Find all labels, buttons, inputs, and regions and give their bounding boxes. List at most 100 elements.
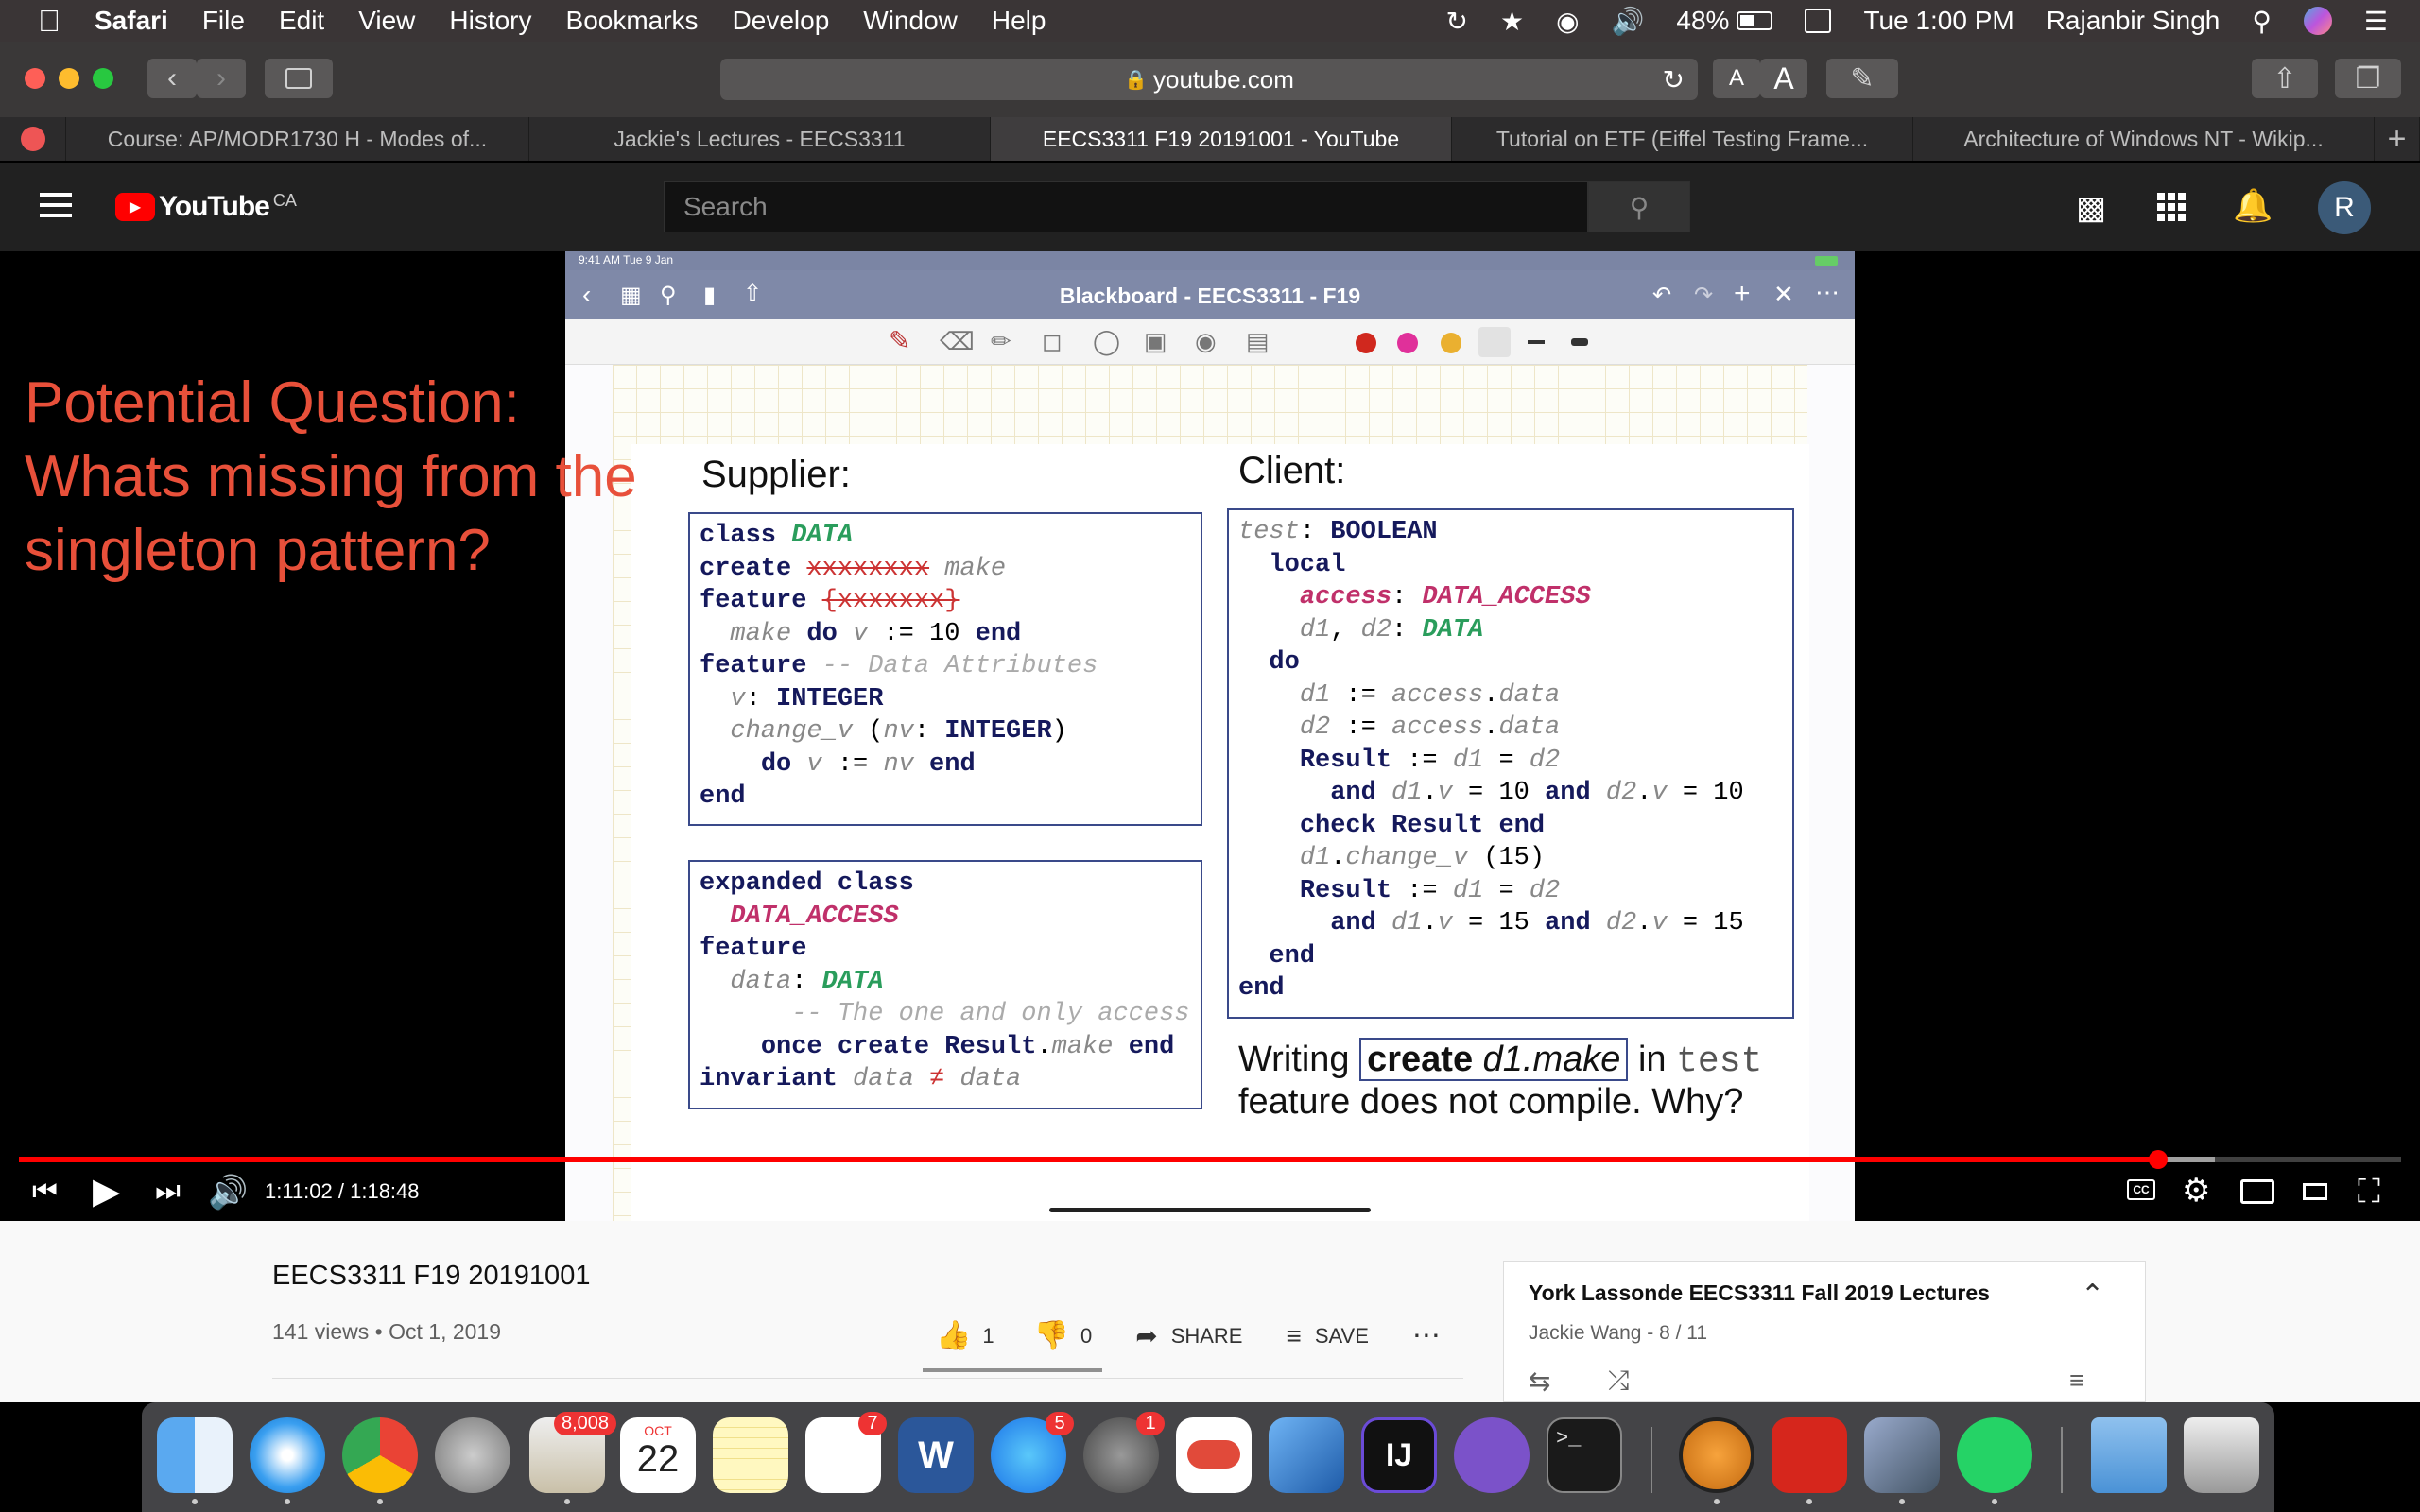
menubar-user[interactable]: Rajanbir Singh [2047, 6, 2221, 36]
volume-icon[interactable]: 🔊 [1612, 6, 1645, 37]
overlay-line-3: singleton pattern? [25, 518, 491, 583]
apple-icon[interactable]:  [38, 4, 60, 39]
ipad-redo-icon: ↷ [1694, 283, 1714, 308]
mail-running-dot [564, 1499, 570, 1504]
spotlight-icon[interactable]: ⚲ [2252, 6, 2272, 37]
menu-help[interactable]: Help [992, 6, 1046, 36]
next-icon[interactable]: ⏭ [155, 1176, 181, 1208]
fullscreen-icon[interactable]: ⛶ [2358, 1174, 2380, 1211]
intellij-icon[interactable]: IJ [1361, 1418, 1437, 1493]
dislike-button[interactable]: 👎 0 [1034, 1319, 1093, 1352]
chevron-right-icon: › [216, 62, 226, 94]
bluetooth-icon[interactable]: ★ [1500, 6, 1524, 37]
downloads-folder-icon[interactable] [2091, 1418, 2167, 1493]
tab-youtube-active[interactable]: EECS3311 F19 20191001 - YouTube [991, 117, 1452, 161]
whatsapp-icon[interactable] [1957, 1418, 2032, 1493]
text-smaller-button[interactable]: A [1713, 59, 1760, 98]
preview-icon[interactable] [1864, 1418, 1940, 1493]
menu-history[interactable]: History [449, 6, 531, 36]
launchpad-icon[interactable] [435, 1418, 510, 1493]
markup-button[interactable]: ✎ [1826, 59, 1898, 98]
address-bar[interactable]: 🔒 youtube.com ↻ [720, 59, 1698, 100]
wifi-icon[interactable]: ◉ [1556, 6, 1579, 37]
volume-icon[interactable]: 🔊 [208, 1174, 248, 1211]
safari-running-dot [285, 1499, 290, 1504]
search-icon: ⚲ [1629, 192, 1650, 222]
menu-view[interactable]: View [358, 6, 415, 36]
progress-scrubber[interactable] [2149, 1150, 2168, 1169]
menu-window[interactable]: Window [863, 6, 958, 36]
calendar-menu-icon[interactable] [1805, 9, 1832, 33]
previous-icon[interactable]: ⏮ [32, 1176, 58, 1208]
xcode-icon[interactable] [1269, 1418, 1344, 1493]
notifications-bell-icon[interactable]: 🔔 [2233, 187, 2273, 225]
menu-hamburger-icon[interactable] [40, 193, 72, 217]
forward-button[interactable]: › [197, 59, 246, 98]
siri-icon[interactable] [2303, 7, 2332, 35]
captions-icon[interactable]: CC [2127, 1179, 2155, 1200]
video-frame-ipad-screen: 9:41 AM Tue 9 Jan ‹ ▦ ⚲ ▮ ⇧ Blackboard -… [565, 251, 1855, 1221]
github-desktop-icon[interactable] [1454, 1418, 1530, 1493]
menubar-clock[interactable]: Tue 1:00 PM [1863, 6, 2014, 36]
play-icon[interactable]: ▶ [93, 1170, 120, 1212]
loop-icon[interactable]: ⇆ [1529, 1366, 1550, 1397]
trash-icon[interactable] [2184, 1418, 2259, 1493]
like-button[interactable]: 👍 1 [936, 1319, 994, 1352]
pen-icon: ✎ [1850, 62, 1875, 94]
menu-file[interactable]: File [202, 6, 245, 36]
menu-edit[interactable]: Edit [279, 6, 324, 36]
acrobat-icon[interactable] [1772, 1418, 1847, 1493]
close-window-button[interactable] [25, 68, 45, 89]
menu-safari[interactable]: Safari [95, 6, 168, 36]
youtube-logo[interactable]: ▶ YouTube CA [115, 191, 297, 223]
playlist-title[interactable]: York Lassonde EECS3311 Fall 2019 Lecture… [1529, 1280, 1990, 1306]
notes-icon[interactable] [713, 1418, 788, 1493]
menu-develop[interactable]: Develop [733, 6, 830, 36]
xquartz-icon[interactable] [1679, 1418, 1754, 1493]
terminal-icon[interactable]: >_ [1547, 1418, 1622, 1493]
pinned-tab[interactable] [0, 117, 66, 161]
new-tab-button[interactable]: + [2375, 117, 2420, 161]
menu-bookmarks[interactable]: Bookmarks [566, 6, 699, 36]
more-actions-icon[interactable]: ⋯ [1412, 1319, 1441, 1352]
share-button[interactable]: ➦ SHARE [1135, 1320, 1242, 1351]
time-machine-icon[interactable]: ↻ [1446, 6, 1468, 37]
reload-icon[interactable]: ↻ [1663, 64, 1685, 95]
playlist-menu-icon[interactable]: ≡ [2069, 1366, 2084, 1396]
tab-jackies-lectures[interactable]: Jackie's Lectures - EECS3311 [529, 117, 991, 161]
search-button[interactable]: ⚲ [1588, 181, 1690, 232]
soundcloud-icon[interactable] [1176, 1418, 1252, 1493]
tabs-overview-icon: ❐ [2355, 62, 2381, 94]
lock-icon: 🔒 [1124, 69, 1149, 91]
finder-icon[interactable] [157, 1418, 233, 1493]
zoom-window-button[interactable] [93, 68, 113, 89]
create-video-icon[interactable]: ▩ [2076, 189, 2106, 227]
tab-etf-tutorial[interactable]: Tutorial on ETF (Eiffel Testing Frame... [1452, 117, 1913, 161]
shuffle-icon[interactable]: ⤮ [1608, 1366, 1629, 1397]
theater-mode-icon[interactable] [2303, 1183, 2327, 1200]
apps-grid-icon[interactable] [2157, 193, 2186, 221]
show-tabs-button[interactable]: ❐ [2335, 59, 2401, 98]
save-button[interactable]: ≡ SAVE [1286, 1321, 1368, 1351]
xquartz-running-dot [1714, 1499, 1720, 1504]
sidebar-button[interactable] [265, 59, 333, 98]
tab-course[interactable]: Course: AP/MODR1730 H - Modes of... [66, 117, 529, 161]
back-button[interactable]: ‹ [147, 59, 197, 98]
avatar[interactable]: R [2318, 181, 2371, 234]
word-icon[interactable]: W [898, 1418, 974, 1493]
share-button[interactable]: ⇧ [2252, 59, 2318, 98]
overlay-line-1: Potential Question: [25, 370, 520, 436]
notification-center-icon[interactable]: ☰ [2364, 6, 2388, 37]
miniplayer-icon[interactable] [2240, 1179, 2274, 1204]
chrome-icon[interactable] [342, 1418, 418, 1493]
text-larger-button[interactable]: A [1760, 59, 1807, 98]
safari-icon[interactable] [250, 1418, 325, 1493]
search-input[interactable]: Search [664, 181, 1588, 232]
tab-windows-nt[interactable]: Architecture of Windows NT - Wikip... [1913, 117, 2375, 161]
save-label: SAVE [1314, 1323, 1369, 1348]
collapse-chevron-icon[interactable]: ⌃ [2081, 1279, 2104, 1312]
minimize-window-button[interactable] [59, 68, 79, 89]
battery-percent[interactable]: 48% [1676, 6, 1729, 36]
settings-gear-icon[interactable]: ⚙ [2182, 1172, 2210, 1210]
calendar-icon[interactable]: OCT 22 [620, 1418, 696, 1493]
